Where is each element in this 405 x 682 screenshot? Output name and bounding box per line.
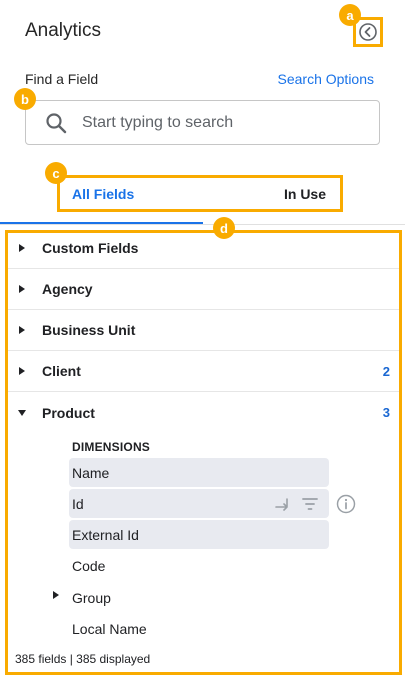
field-actions xyxy=(273,489,329,518)
group-row-custom-fields[interactable]: Custom Fields xyxy=(8,233,399,269)
chevron-left-circle-icon xyxy=(359,23,377,41)
group-row-client[interactable]: Client 2 xyxy=(8,351,399,392)
caret-right-icon xyxy=(17,325,27,335)
group-label: Client xyxy=(42,363,81,379)
group-row-business-unit[interactable]: Business Unit xyxy=(8,310,399,351)
field-id[interactable]: Id xyxy=(69,489,329,518)
caret-down-icon xyxy=(17,408,27,418)
search-icon xyxy=(46,112,67,133)
field-label: Name xyxy=(72,464,110,481)
field-search-box[interactable] xyxy=(25,100,380,145)
group-label: Agency xyxy=(42,281,93,297)
group-label: Product xyxy=(42,404,95,421)
field-list: Custom Fields Agency Business Unit Clien… xyxy=(5,230,402,675)
callout-badge-a: a xyxy=(339,4,361,26)
field-label: Code xyxy=(72,557,106,574)
field-code[interactable]: Code xyxy=(69,551,329,580)
field-external-id[interactable]: External Id xyxy=(69,520,329,549)
find-field-label: Find a Field xyxy=(25,71,99,87)
callout-badge-c: c xyxy=(45,162,67,184)
field-count-status: 385 fields | 385 displayed xyxy=(8,646,399,672)
tabs-divider xyxy=(0,224,405,225)
field-label: External Id xyxy=(72,526,139,543)
search-input[interactable] xyxy=(80,112,364,133)
field-label: Local Name xyxy=(72,620,147,637)
field-label: Group xyxy=(72,589,111,606)
tab-in-use[interactable]: In Use xyxy=(284,186,326,202)
tab-all-fields[interactable]: All Fields xyxy=(72,186,134,202)
field-tabs: All Fields In Use xyxy=(57,175,343,212)
filter-icon[interactable] xyxy=(301,495,319,513)
search-options-link[interactable]: Search Options xyxy=(278,71,375,87)
panel-title: Analytics xyxy=(25,20,102,41)
callout-badge-b: b xyxy=(14,88,36,110)
field-local-name[interactable]: Local Name xyxy=(69,614,329,643)
caret-right-icon xyxy=(17,366,27,376)
field-label: Id xyxy=(72,495,84,512)
caret-right-icon xyxy=(17,243,27,253)
caret-right-icon[interactable] xyxy=(52,590,60,600)
caret-right-icon xyxy=(17,284,27,294)
group-count: 2 xyxy=(382,363,390,379)
dimensions-heading: DIMENSIONS xyxy=(72,440,151,454)
group-row-product[interactable]: Product 3 xyxy=(8,392,399,433)
group-count: 3 xyxy=(382,405,390,420)
group-label: Custom Fields xyxy=(42,240,139,256)
callout-badge-d: d xyxy=(213,217,235,239)
field-name[interactable]: Name xyxy=(69,458,329,487)
swap-icon[interactable] xyxy=(273,495,291,513)
info-icon[interactable] xyxy=(336,494,356,514)
group-label: Business Unit xyxy=(42,322,136,338)
field-group[interactable]: Group xyxy=(69,583,329,612)
group-row-agency[interactable]: Agency xyxy=(8,269,399,310)
